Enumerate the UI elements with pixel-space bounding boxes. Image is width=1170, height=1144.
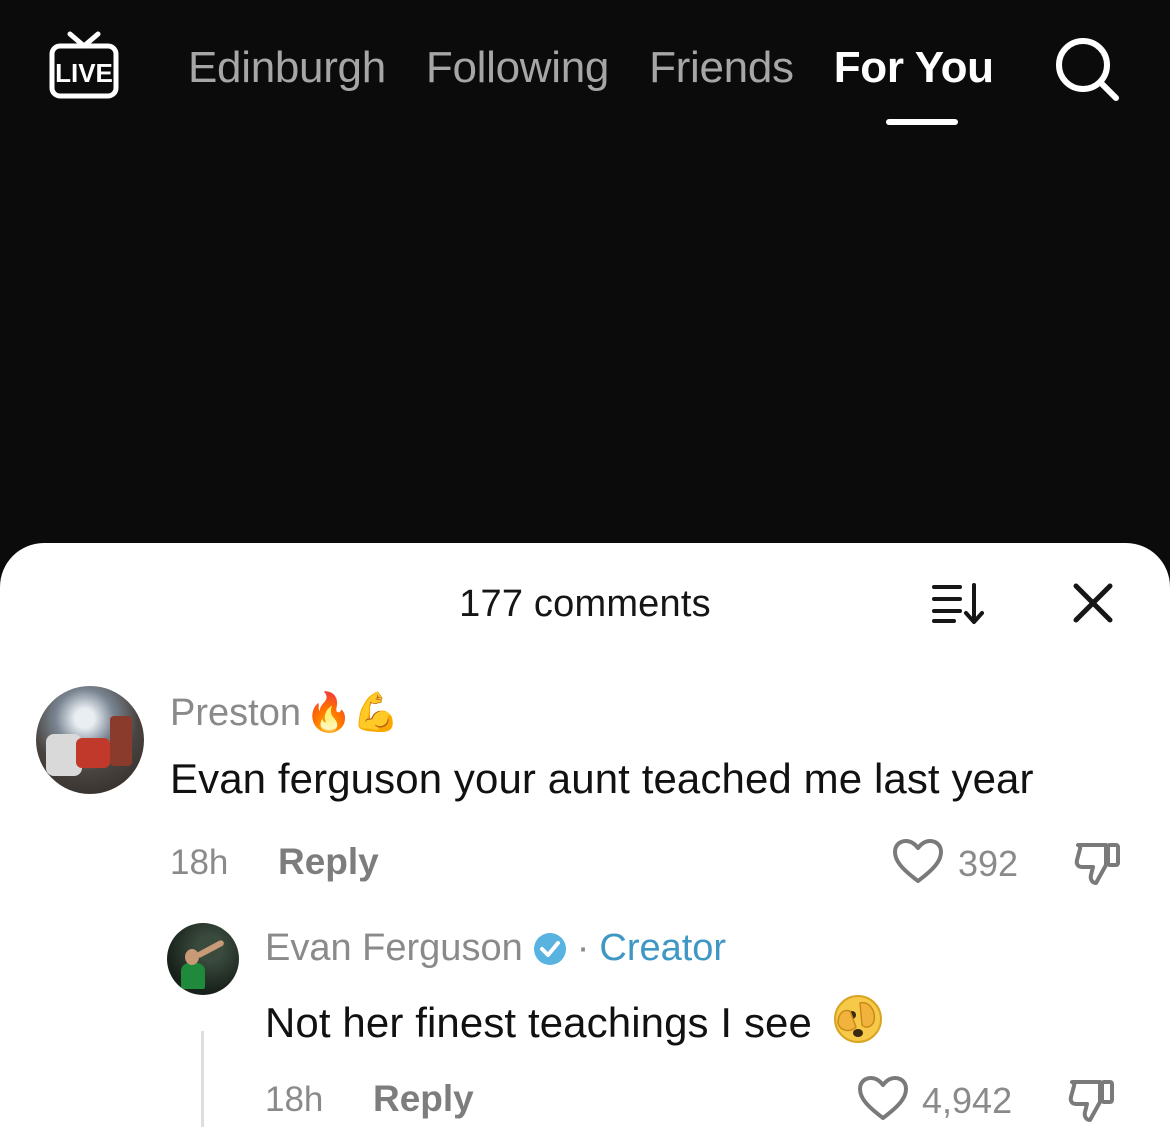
reply-text: Not her finest teachings I see — [265, 999, 812, 1046]
like-count: 392 — [958, 843, 1019, 884]
close-icon[interactable] — [1070, 580, 1116, 626]
tab-edinburgh[interactable]: Edinburgh — [188, 43, 386, 93]
avatar-preston[interactable] — [36, 686, 144, 794]
sort-icon[interactable] — [930, 581, 990, 625]
comment-username[interactable]: Preston 🔥💪 — [170, 691, 400, 735]
username-text: Preston — [170, 691, 301, 734]
reply-button[interactable]: Reply — [373, 1078, 474, 1120]
reply-thread-line — [201, 1031, 204, 1127]
tab-friends[interactable]: Friends — [649, 43, 794, 93]
reply-comment: Not her finest teachings I see — [265, 993, 884, 1047]
feed-tabs: Edinburgh Following Friends For You — [188, 38, 1034, 98]
heart-icon[interactable] — [857, 1076, 909, 1122]
heart-icon[interactable] — [892, 839, 944, 885]
comment-time: 18h — [170, 843, 229, 882]
tab-following[interactable]: Following — [426, 43, 609, 93]
comment-text: Evan ferguson your aunt teached me last … — [170, 755, 1034, 802]
face-with-hand-over-eye-emoji — [833, 995, 882, 1043]
thumbs-down-icon[interactable] — [1072, 837, 1124, 889]
separator-dot: · — [576, 927, 590, 969]
search-icon[interactable] — [1052, 34, 1122, 104]
thumbs-down-icon[interactable] — [1066, 1074, 1118, 1126]
reply-button[interactable]: Reply — [278, 841, 379, 883]
like-count: 4,942 — [922, 1080, 1013, 1121]
reply-username[interactable]: Evan Ferguson · Creator — [265, 927, 726, 970]
avatar-evan-ferguson[interactable] — [167, 923, 239, 995]
tab-for-you[interactable]: For You — [834, 43, 994, 93]
username-text: Evan Ferguson — [265, 927, 523, 969]
active-tab-indicator — [886, 119, 958, 125]
live-tv-icon[interactable]: LIVE — [46, 28, 122, 104]
top-navigation: LIVE Edinburgh Following Friends For You — [0, 0, 1170, 140]
verified-badge-icon — [533, 932, 566, 965]
reply-time: 18h — [265, 1080, 324, 1119]
creator-label: Creator — [599, 927, 727, 969]
live-label: LIVE — [55, 58, 113, 88]
comments-count-title: 177 comments — [459, 583, 711, 625]
username-emoji: 🔥💪 — [304, 692, 400, 734]
comments-sheet: 177 comments Preston 🔥💪 Evan ferguson yo… — [0, 543, 1170, 1144]
